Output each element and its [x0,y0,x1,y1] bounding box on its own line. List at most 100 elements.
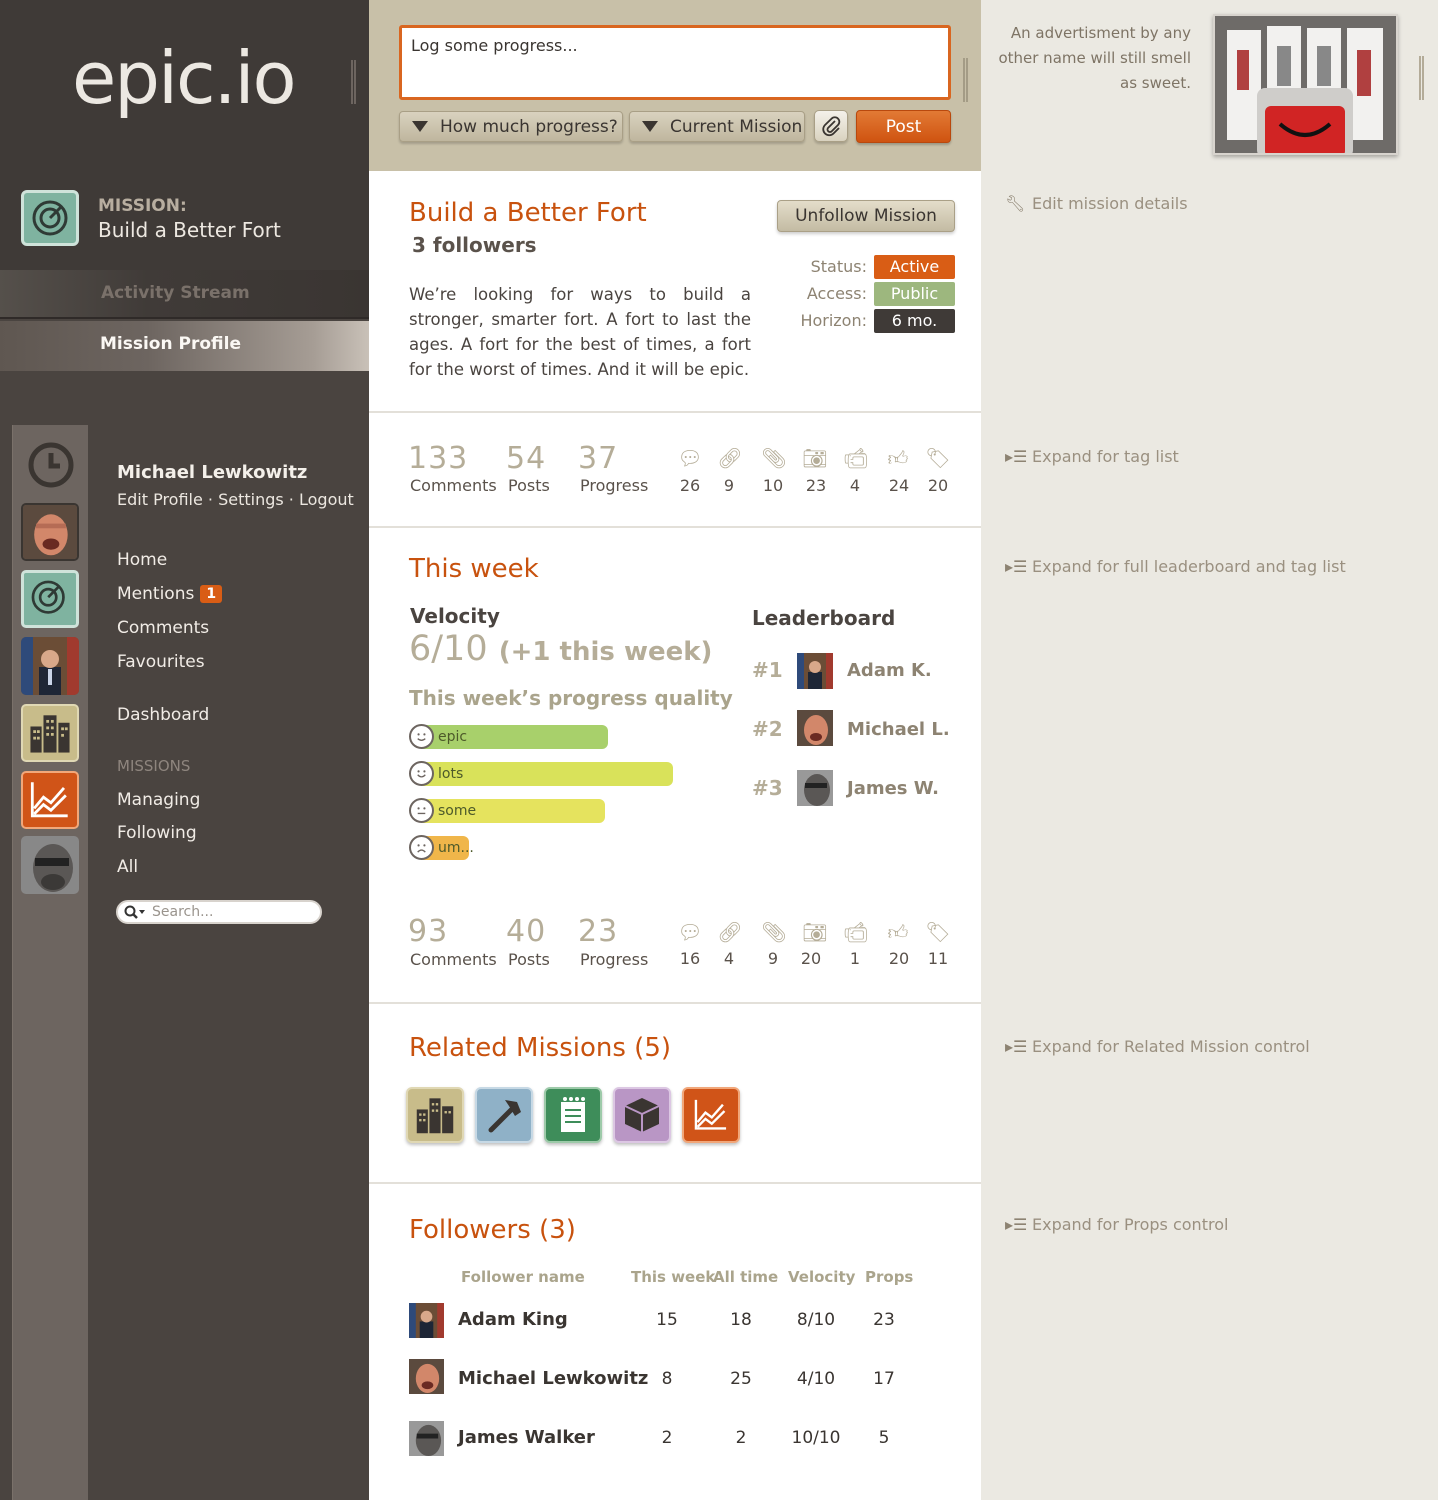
right-panel: 🔧︎ Edit mission details ▸☰ Expand for tag … [981,171,1438,1500]
col-props[interactable]: Props [865,1268,913,1286]
props-count: 20 [888,949,910,968]
progress-quality-heading: This week’s progress quality [409,686,733,710]
nav-mentions[interactable]: Mentions 1 [117,584,223,604]
box-icon[interactable] [613,1087,671,1143]
followers-count[interactable]: 3 followers [412,233,537,257]
collapse-handle[interactable] [351,60,356,104]
edit-mission-details-link[interactable]: 🔧︎ Edit mission details [1005,194,1188,213]
this-week-cell: 15 [656,1310,678,1330]
attach-button[interactable] [814,110,848,142]
leaderboard-name[interactable]: James W. [847,778,939,799]
expand-props-link[interactable]: ▸☰ Expand for Props control [1005,1215,1228,1234]
photo-count: 20 [800,949,822,968]
chart-icon[interactable] [682,1087,740,1143]
col-follower-name[interactable]: Follower name [461,1268,585,1286]
followers-title: Followers (3) [409,1215,576,1245]
expand-related-link[interactable]: ▸☰ Expand for Related Mission control [1005,1037,1310,1056]
wrench-icon: 🔧︎ [1005,194,1026,213]
avatar-michael[interactable] [21,503,79,561]
progress-input[interactable] [411,36,939,89]
nav-following[interactable]: Following [117,823,197,843]
avatar-michael[interactable] [797,710,833,746]
avatar-adam[interactable] [797,653,833,689]
expand-tag-list-link[interactable]: ▸☰ Expand for tag list [1005,447,1179,466]
logout-link[interactable]: Logout [299,490,354,509]
clock-icon[interactable] [27,441,75,493]
avatar-james[interactable] [21,836,79,894]
avatar-james[interactable] [797,770,833,806]
search-input[interactable] [152,904,312,920]
ad-handle[interactable] [1419,56,1424,100]
posts-label: Posts [508,476,550,495]
city-icon[interactable] [21,704,79,762]
nav-all[interactable]: All [117,857,138,877]
follower-name[interactable]: James Walker [458,1427,595,1448]
col-velocity[interactable]: Velocity [788,1268,855,1286]
nav-mentions-label: Mentions [117,584,195,604]
settings-link[interactable]: Settings [218,490,284,509]
dropdown-arrow-icon [412,121,428,132]
quality-bar-label: um... [438,840,474,856]
col-this-week[interactable]: This week [631,1268,715,1286]
access-badge: Public [874,282,955,306]
avatar-michael[interactable] [409,1359,444,1394]
comments-label: Comments [410,476,497,495]
quality-row: epic [409,724,769,750]
follower-name[interactable]: Michael Lewkowitz [458,1368,648,1389]
sidebar: epic.io MISSION: Build a Better Fort Act… [0,0,369,1500]
props-cell: 17 [873,1369,895,1389]
mission-name: Build a Better Fort [98,218,281,242]
this-week-title: This week [409,554,539,584]
edit-mission-details-label: Edit mission details [1032,194,1188,213]
velocity-value: 6/10 (+1 this week) [409,629,712,669]
nav-favourites[interactable]: Favourites [117,652,205,672]
progress-amount-dropdown[interactable]: How much progress? [399,111,623,142]
chart-icon[interactable] [21,771,79,829]
nav-dashboard[interactable]: Dashboard [117,705,209,725]
ad-image[interactable] [1213,14,1398,155]
nav-home[interactable]: Home [117,550,167,570]
hammer-icon[interactable] [475,1087,533,1143]
mission-dropdown[interactable]: Current Mission [629,111,805,142]
status-badge: Active [874,255,955,279]
user-name[interactable]: Michael Lewkowitz [117,462,307,483]
dropdown-arrow-icon [642,121,658,132]
nav-comments[interactable]: Comments [117,618,209,638]
mission-target-icon[interactable] [21,570,79,628]
quality-row: lots [409,761,769,787]
expand-leaderboard-link[interactable]: ▸☰ Expand for full leaderboard and tag li… [1005,557,1346,576]
progress-label: Progress [580,476,649,495]
edit-profile-link[interactable]: Edit Profile [117,490,203,509]
separator: · [202,490,219,509]
separator: · [283,490,299,509]
logo[interactable]: epic.io [72,36,297,120]
resize-handle[interactable] [963,58,968,102]
city-icon[interactable] [406,1087,464,1143]
nav-activity-stream[interactable]: Activity Stream [0,270,369,319]
expand-props-label: Expand for Props control [1032,1215,1229,1234]
notepad-icon[interactable] [544,1087,602,1143]
leaderboard-name[interactable]: Adam K. [847,660,932,681]
avatar-adam[interactable] [21,637,79,695]
avatar-adam[interactable] [409,1303,444,1338]
comment-icon: 💬︎ [677,920,703,944]
follower-name[interactable]: Adam King [458,1309,568,1330]
quality-bar: lots [421,762,673,786]
all-time-cell: 2 [735,1428,747,1448]
quality-bar-label: some [438,803,477,819]
smiley-icon [409,724,434,749]
avatar-james[interactable] [409,1421,444,1456]
nav-mission-profile[interactable]: Mission Profile [0,321,369,371]
unfollow-button[interactable]: Unfollow Mission [777,200,955,232]
props-cell: 5 [878,1428,890,1448]
progress-total: 37 [578,441,619,476]
leaderboard-name[interactable]: Michael L. [847,719,950,740]
col-all-time[interactable]: All time [713,1268,778,1286]
mission-profile: Build a Better Fort 3 followers We’re lo… [369,171,981,1500]
nav-managing[interactable]: Managing [117,790,200,810]
link-icon: 🔗︎ [717,920,743,944]
mission-target-icon[interactable] [21,190,79,246]
quality-bar: epic [421,725,608,749]
expand-tag-list-label: Expand for tag list [1032,447,1179,466]
post-button[interactable]: Post [856,110,951,143]
